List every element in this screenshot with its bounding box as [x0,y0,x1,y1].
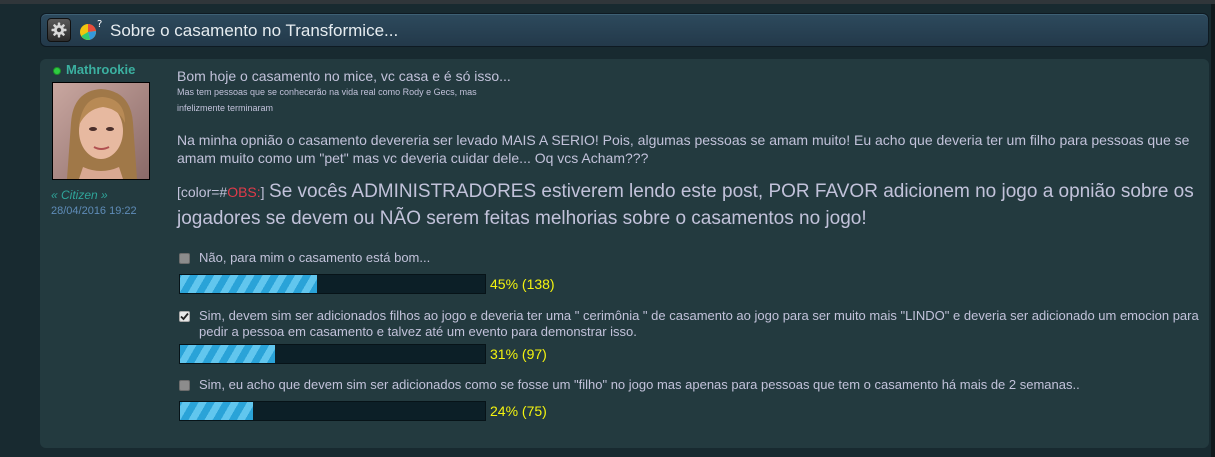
poll-result-label: 24% (75) [490,403,547,419]
poll-result-bar [179,344,486,364]
svg-text:?: ? [97,19,102,30]
poll-checkbox[interactable] [179,253,190,264]
poll-checkbox[interactable] [179,311,190,322]
bbcode-tag-prefix: [color=# [177,184,228,200]
thread-title: Sobre o casamento no Transformice... [110,21,399,40]
obs-label: OBS: [227,184,261,200]
poll-result-bar [179,401,486,421]
avatar-image [53,83,149,179]
poll-option: Não, para mim o casamento está bom... 45… [179,250,1199,294]
post-text-line: Bom hoje o casamento no mice, vc casa e … [177,68,511,84]
post-small-text: infelizmente terminaram [177,103,274,113]
bbcode-tag-suffix: ] [260,184,265,200]
poll-result-fill [180,275,318,293]
post-date: 28/04/2016 19:22 [51,205,137,217]
poll-result-label: 31% (97) [490,346,547,362]
author-name[interactable]: Mathrookie [66,62,135,77]
avatar[interactable] [52,82,150,180]
poll-result-label: 45% (138) [490,276,555,292]
admin-note: [color=#OBS:] Se vocês ADMINISTRADORES e… [177,179,1197,233]
author-rank: « Citizen » [51,188,108,202]
gear-icon [51,22,67,38]
scrollbar[interactable] [1211,4,1215,457]
admin-note-text: Se vocês ADMINISTRADORES estiverem lendo… [177,181,1194,229]
post-small-text: Mas tem pessoas que se conhecerão na vid… [177,87,477,97]
poll-icon: ? [80,19,102,40]
poll-result-bar [179,274,486,294]
poll-result-fill [180,402,254,420]
poll-option-text: Não, para mim o casamento está bom... [199,250,431,265]
online-status-icon [53,67,61,75]
poll-result-fill [180,345,275,363]
forum-post: Mathrookie « Citizen » 28/04/2016 19:22 … [40,59,1209,448]
poll-option-text: Sim, devem sim ser adicionados filhos ao… [199,308,1199,339]
thread-title-bar: ? Sobre o casamento no Transformice... [40,13,1209,47]
checkmark-icon [180,312,189,321]
post-content: Bom hoje o casamento no mice, vc casa e … [177,68,1197,233]
poll-option: Sim, eu acho que devem sim ser adicionad… [179,377,1199,421]
poll-option-text: Sim, eu acho que devem sim ser adicionad… [199,377,1080,392]
post-paragraph: Na minha opnião o casamento devereria se… [177,132,1190,166]
poll-option: Sim, devem sim ser adicionados filhos ao… [179,308,1199,364]
window-top-strip [0,0,1215,4]
settings-button[interactable] [47,18,71,42]
poll-checkbox[interactable] [179,380,190,391]
